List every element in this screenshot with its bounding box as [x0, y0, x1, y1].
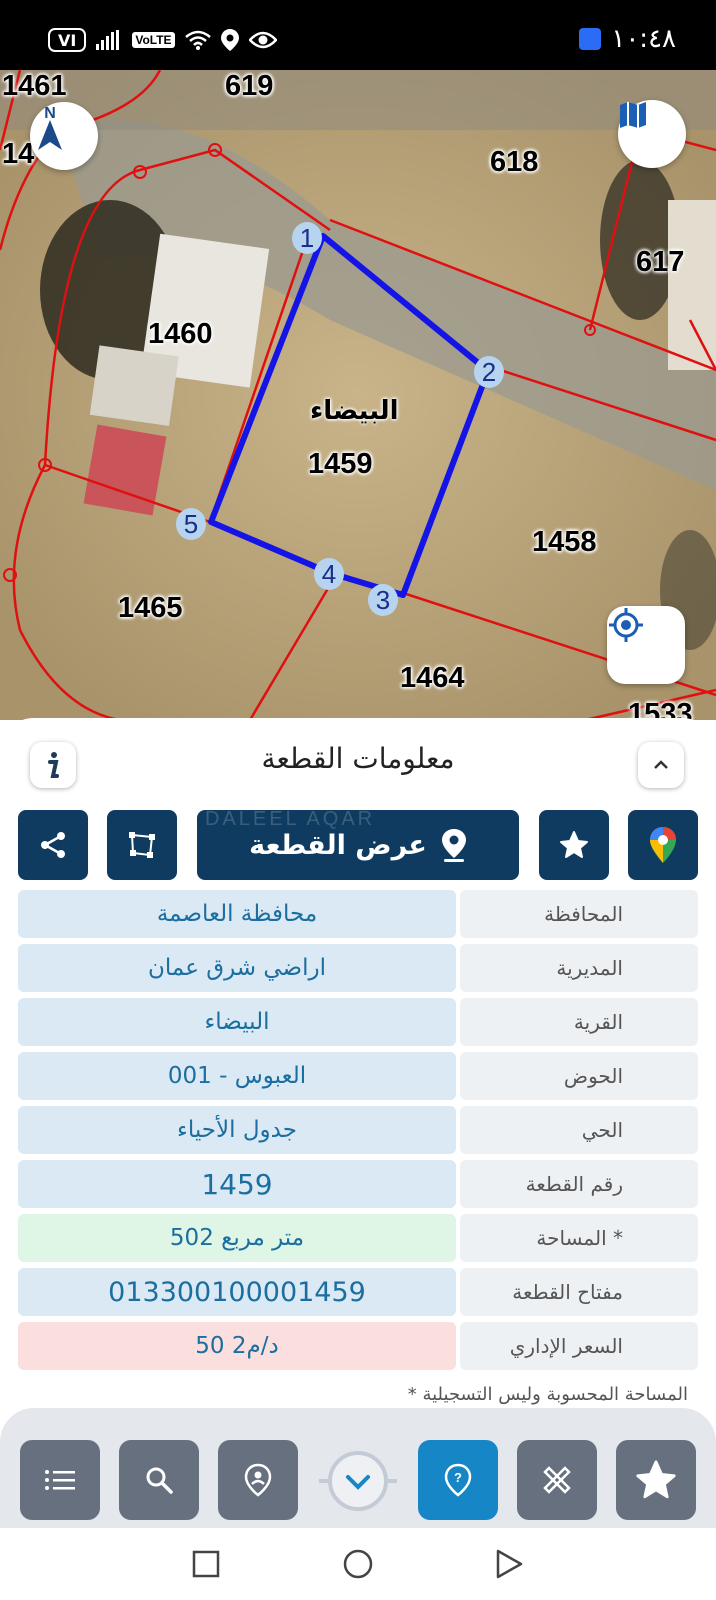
row-label: الحوض	[460, 1052, 698, 1100]
row-label: المحافظة	[460, 890, 698, 938]
row-label: مفتاح القطعة	[460, 1268, 698, 1316]
parcel-label: 617	[636, 246, 685, 278]
parcel-label: 618	[490, 146, 539, 178]
village-map-label: البيضاء	[310, 396, 399, 426]
help-button[interactable]: ?	[418, 1440, 498, 1520]
back-icon[interactable]	[494, 1548, 524, 1580]
info-icon	[48, 752, 59, 778]
row-label: المديرية	[460, 944, 698, 992]
vertex-marker: 2	[474, 356, 504, 388]
favorite-button[interactable]	[539, 810, 609, 880]
share-icon	[41, 832, 65, 858]
info-row-parcel-key: 013300100001459 مفتاح القطعة	[18, 1268, 698, 1316]
row-value: محافظة العاصمة	[18, 890, 456, 938]
row-value: 50 د/م2	[18, 1322, 456, 1370]
parcel-label: 619	[225, 70, 274, 102]
google-maps-button[interactable]	[628, 810, 698, 880]
chevron-down-circle-icon	[319, 1451, 397, 1511]
info-row-directorate: اراضي شرق عمان المديرية	[18, 944, 698, 992]
expand-toggle[interactable]	[317, 1440, 399, 1522]
satellite-map[interactable]: 1461 619 14 618 617 1460 1459 1458 1465 …	[0, 70, 716, 720]
area-footnote: * المساحة المحسوبة وليس التسجيلية	[407, 1384, 688, 1405]
info-row-basin: العبوس - 001 الحوض	[18, 1052, 698, 1100]
info-row-village: البيضاء القرية	[18, 998, 698, 1046]
row-value: اراضي شرق عمان	[18, 944, 456, 992]
collapse-panel-button[interactable]	[638, 742, 684, 788]
system-navigation-bar	[0, 1528, 716, 1600]
row-value: 502 متر مربع	[18, 1214, 456, 1262]
google-maps-icon	[650, 827, 676, 863]
row-label: المساحة *	[460, 1214, 698, 1262]
clock: ١٠:٤٨	[611, 24, 676, 54]
sim-badge: VI	[48, 28, 87, 52]
home-icon[interactable]	[342, 1548, 374, 1580]
vertex-marker: 4	[314, 558, 344, 590]
share-button[interactable]	[18, 810, 88, 880]
crosshair-icon	[609, 608, 643, 642]
recents-icon[interactable]	[192, 1550, 220, 1578]
map-icon	[620, 102, 646, 128]
parcel-label: 1458	[532, 526, 597, 558]
star-icon	[636, 1460, 676, 1499]
search-icon	[146, 1467, 173, 1494]
my-location-button[interactable]	[607, 606, 685, 684]
compass-button[interactable]: N	[30, 102, 98, 170]
row-value: 013300100001459	[18, 1268, 456, 1316]
info-row-neighborhood: جدول الأحياء الحي	[18, 1106, 698, 1154]
parcel-shape-button[interactable]	[107, 810, 177, 880]
status-bar: VI VoLTE ١٠:٤٨	[0, 0, 716, 70]
row-value: العبوس - 001	[18, 1052, 456, 1100]
row-label: رقم القطعة	[460, 1160, 698, 1208]
status-icons: VI VoLTE	[48, 28, 277, 52]
map-layers-button[interactable]	[618, 100, 686, 168]
app-notification-icon	[579, 28, 602, 50]
signal-icon	[96, 30, 120, 50]
compass-letter: N	[44, 105, 56, 122]
vertex-marker: 1	[292, 222, 322, 254]
info-row-admin-price: 50 د/م2 السعر الإداري	[18, 1322, 698, 1370]
wifi-icon	[184, 30, 211, 50]
panel-title: معلومات القطعة	[261, 742, 455, 775]
compass-icon: N	[38, 105, 62, 150]
parcel-label: 1465	[118, 592, 183, 624]
view-parcel-label: عرض القطعة	[249, 829, 427, 861]
info-button[interactable]	[30, 742, 76, 788]
help-pin-icon: ?	[444, 1463, 472, 1497]
polygon-shape-icon	[129, 832, 155, 858]
eye-icon	[248, 31, 277, 49]
parcel-label: 1460	[148, 318, 213, 350]
watermark: DALEEL AQAR	[205, 808, 376, 830]
row-label: السعر الإداري	[460, 1322, 698, 1370]
search-button[interactable]	[119, 1440, 199, 1520]
info-row-governorate: محافظة العاصمة المحافظة	[18, 890, 698, 938]
chevron-up-icon	[654, 760, 668, 769]
row-value: جدول الأحياء	[18, 1106, 456, 1154]
parcel-label-selected: 1459	[308, 448, 373, 480]
favorites-button[interactable]	[616, 1440, 696, 1520]
vertex-marker: 3	[368, 584, 398, 616]
parcel-label: 1464	[400, 662, 465, 694]
ruler-pencil-icon	[543, 1466, 571, 1494]
volte-badge: VoLTE	[132, 32, 175, 48]
row-value: 1459	[18, 1160, 456, 1208]
list-button[interactable]	[20, 1440, 100, 1520]
info-row-parcel-number: 1459 رقم القطعة	[18, 1160, 698, 1208]
parcel-label: 1461	[2, 70, 67, 102]
status-right: ١٠:٤٨	[579, 24, 676, 54]
measure-tools-button[interactable]	[517, 1440, 597, 1520]
row-value: البيضاء	[18, 998, 456, 1046]
parcel-label: 1533	[628, 698, 693, 720]
svg-text:?: ?	[454, 1470, 462, 1485]
row-label: الحي	[460, 1106, 698, 1154]
star-icon	[560, 831, 588, 858]
location-status-icon	[220, 29, 239, 51]
location-person-icon	[244, 1463, 272, 1497]
vertex-marker: 5	[176, 508, 206, 540]
info-row-area: 502 متر مربع المساحة *	[18, 1214, 698, 1262]
location-pin-icon	[441, 829, 466, 862]
row-label: القرية	[460, 998, 698, 1046]
location-user-button[interactable]	[218, 1440, 298, 1520]
list-icon	[45, 1470, 75, 1490]
